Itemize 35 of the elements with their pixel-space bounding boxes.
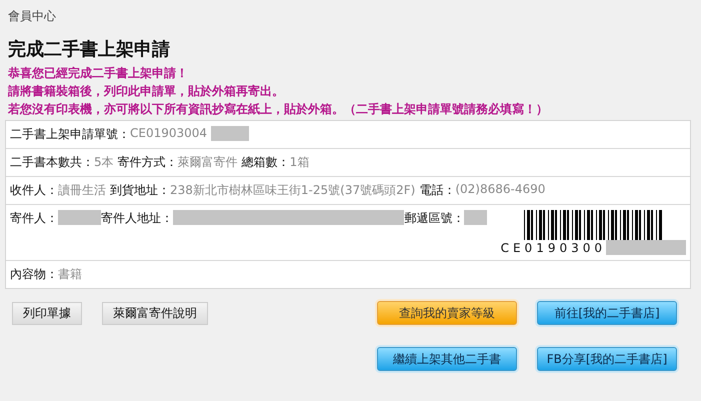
- redaction-bar: [464, 210, 487, 225]
- redaction-bar: [211, 126, 250, 141]
- field-label: 郵遞區號：: [404, 210, 464, 227]
- barcode-icon: [524, 210, 663, 240]
- action-button[interactable]: 前往[我的二手書店]: [537, 301, 677, 325]
- field-label: 總箱數：: [242, 154, 290, 171]
- field-value: 讀冊生活: [58, 182, 106, 199]
- field-value: 書籍: [58, 266, 82, 283]
- notice-text: 請將書籍裝箱後，列印此申請單，貼於外箱再寄出。: [8, 83, 285, 100]
- action-button[interactable]: 查詢我的賣家等級: [377, 301, 517, 325]
- barcode-number: CE0190300: [500, 240, 606, 254]
- page-title: 完成二手書上架申請: [8, 38, 171, 61]
- field-label: 電話：: [419, 182, 456, 199]
- notice-text: 恭喜您已經完成二手書上架申請！: [8, 65, 189, 82]
- field-label: 寄件方式：: [118, 154, 178, 171]
- field-value: 萊爾富寄件: [178, 154, 238, 171]
- field-value: 1箱: [290, 154, 310, 171]
- field-label: 到貨地址：: [110, 182, 170, 199]
- field-label: 寄件人地址：: [100, 210, 173, 227]
- field-value: CE01903004: [130, 126, 208, 140]
- field-label: 內容物：: [10, 266, 58, 283]
- redaction-bar: [58, 210, 101, 225]
- notice-text: 若您沒有印表機，亦可將以下所有資訊抄寫在紙上，貼於外箱。（二手書上架申請單號請務必填寫！）: [8, 101, 549, 118]
- breadcrumb[interactable]: 會員中心: [8, 8, 691, 25]
- field-value: (02)8686-4690: [455, 182, 546, 196]
- field-label: 二手書上架申請單號：: [10, 126, 130, 143]
- field-label: 二手書本數共：: [10, 154, 94, 171]
- action-button[interactable]: FB分享[我的二手書店]: [537, 347, 677, 371]
- form-button[interactable]: 萊爾富寄件說明: [102, 302, 208, 324]
- field-label: 收件人：: [10, 182, 58, 199]
- action-button[interactable]: 繼續上架其他二手書: [377, 347, 517, 371]
- form-button[interactable]: 列印單據: [12, 302, 82, 324]
- field-value: 238新北市樹林區味王街1-25號(37號碼頭2F): [170, 182, 416, 199]
- field-label: 寄件人：: [10, 210, 58, 227]
- field-value: 5本: [94, 154, 114, 171]
